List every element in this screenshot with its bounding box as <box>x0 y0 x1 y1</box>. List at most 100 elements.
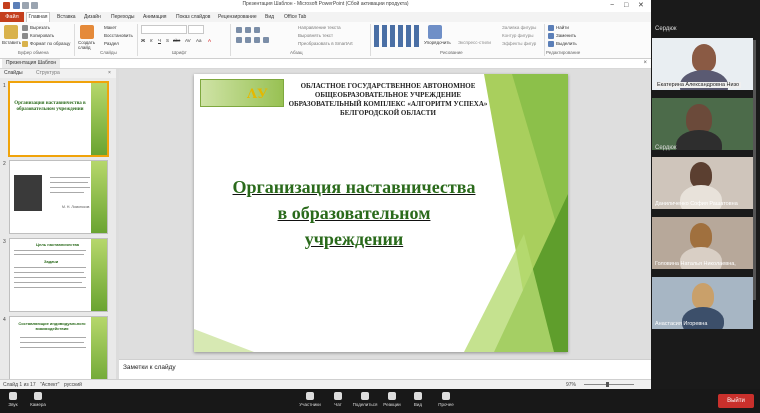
shape-outline-button[interactable]: Контур фигуры <box>502 33 533 38</box>
spacing-button[interactable]: AV <box>185 38 191 43</box>
align-right-icon[interactable] <box>254 37 260 43</box>
format-painter-button[interactable]: Формат по образцу <box>30 41 70 46</box>
cut-icon[interactable] <box>22 25 28 31</box>
tab-structure[interactable]: Структура <box>36 69 60 78</box>
bold-button[interactable]: Ж <box>141 38 145 43</box>
tab-officetab[interactable]: Office Tab <box>284 13 306 21</box>
slide-thumbnail-1[interactable]: Организация наставничества в образовател… <box>10 83 107 155</box>
numbering-icon[interactable] <box>245 27 251 33</box>
smartart-button[interactable]: Преобразовать в SmartArt <box>298 41 353 46</box>
underline-button[interactable]: Ч <box>158 38 161 43</box>
shapes-gallery[interactable] <box>374 25 420 47</box>
font-name-select[interactable] <box>141 25 187 34</box>
case-button[interactable]: Aa <box>196 38 202 43</box>
zoom-slider[interactable] <box>584 384 634 385</box>
ribbon-separator <box>370 24 371 56</box>
tab-view[interactable]: Вид <box>265 13 274 21</box>
arrange-button[interactable]: Упорядочить <box>424 40 451 45</box>
close-button[interactable]: ✕ <box>638 1 644 10</box>
language[interactable]: русский <box>64 381 82 389</box>
participant-name: Анастасия Игоревна <box>655 321 708 327</box>
copy-icon[interactable] <box>22 33 28 39</box>
shape-fill-button[interactable]: Заливка фигуры <box>502 25 536 30</box>
slides-group-label: Слайды <box>100 50 117 55</box>
slide-thumbnail-4[interactable]: Составляющие индивидуального взаимодейст… <box>10 317 107 379</box>
paragraph-group-label: Абзац <box>290 50 303 55</box>
copy-button[interactable]: Копировать <box>30 33 54 38</box>
powerpoint-window: Презентация Шаблон - Microsoft PowerPoin… <box>0 0 651 389</box>
reactions-label: Реакции <box>383 402 401 407</box>
paste-icon[interactable] <box>4 25 18 39</box>
video-button[interactable]: Камера <box>26 389 50 407</box>
view-button[interactable]: Вид <box>408 389 428 407</box>
justify-icon[interactable] <box>263 37 269 43</box>
shape-effects-button[interactable]: Эффекты фигур <box>502 41 536 46</box>
slide-number: 3 <box>3 239 6 245</box>
italic-button[interactable]: К <box>150 38 153 43</box>
cut-button[interactable]: Вырезать <box>30 25 50 30</box>
paste-label[interactable]: Вставить <box>2 40 21 45</box>
audio-button[interactable]: Звук <box>3 389 23 407</box>
tab-slides[interactable]: Слайды <box>4 69 23 78</box>
font-group-label: Шрифт <box>172 50 187 55</box>
minimize-button[interactable]: − <box>610 1 614 10</box>
text-direction-button[interactable]: Направление текста <box>298 25 341 30</box>
thumb-decoration <box>91 83 107 155</box>
format-painter-icon[interactable] <box>22 41 28 47</box>
document-tab[interactable]: Презентация Шаблон <box>2 59 61 68</box>
slide-thumbnail-3[interactable]: Цель наставничества Задачи <box>10 239 107 311</box>
gallery-scrollbar[interactable] <box>753 40 756 300</box>
tab-slideshow[interactable]: Показ слайдов <box>176 13 210 21</box>
zoom-level[interactable]: 97% <box>566 381 576 389</box>
replace-button[interactable]: Заменить <box>556 33 576 38</box>
indent-icon[interactable] <box>254 27 260 33</box>
slide-canvas[interactable]: ΛУ ОБЛАСТНОЕ ГОСУДАРСТВЕННОЕ АВТОНОМНОЕ … <box>194 74 568 352</box>
video-tile-4[interactable]: Головина Наталья Николаевна, <box>652 217 753 269</box>
reactions-button[interactable]: Реакции <box>380 389 404 407</box>
video-tile-1[interactable]: Екатерина Александровна Низо <box>652 38 753 90</box>
font-color-button[interactable]: A <box>208 38 211 43</box>
close-panel-icon[interactable]: × <box>108 69 111 78</box>
video-tile-3[interactable]: Даниличенко София Рашатовна <box>652 157 753 209</box>
slide-title: Организация наставничества в образовател… <box>204 174 504 252</box>
tab-review[interactable]: Рецензирование <box>218 13 257 21</box>
chat-button[interactable]: Чат <box>328 389 348 407</box>
tab-transitions[interactable]: Переходы <box>111 13 134 21</box>
tab-animation[interactable]: Анимация <box>143 13 166 21</box>
bullets-icon[interactable] <box>236 27 242 33</box>
replace-icon[interactable] <box>548 33 554 39</box>
shadow-button[interactable]: S <box>166 38 169 43</box>
strikethrough-button[interactable]: abc <box>173 38 180 43</box>
share-button[interactable]: Поделиться <box>350 389 380 407</box>
find-button[interactable]: Найти <box>556 25 569 30</box>
new-slide-icon[interactable] <box>80 25 94 39</box>
layout-button[interactable]: Макет <box>104 25 117 30</box>
align-center-icon[interactable] <box>245 37 251 43</box>
select-icon[interactable] <box>548 41 554 47</box>
tab-home[interactable]: Главная <box>26 12 50 22</box>
video-tile-5[interactable]: Анастасия Игоревна <box>652 277 753 329</box>
section-button[interactable]: Раздел <box>104 41 119 46</box>
thumb-caption: М. Н. Ломоносов <box>62 205 90 209</box>
find-icon[interactable] <box>548 25 554 31</box>
close-doc-icon[interactable]: × <box>643 59 647 68</box>
participants-button[interactable]: Участники <box>296 389 324 407</box>
select-button[interactable]: Выделить <box>556 41 577 46</box>
zoom-control-bar: Звук Камера Участники Чат Поделиться Реа… <box>0 389 760 413</box>
maximize-button[interactable]: □ <box>624 1 628 10</box>
tab-design[interactable]: Дизайн <box>84 13 101 21</box>
align-left-icon[interactable] <box>236 37 242 43</box>
notes-area[interactable]: Заметки к слайду <box>119 359 651 380</box>
reset-button[interactable]: Восстановить <box>104 33 133 38</box>
font-size-select[interactable] <box>188 25 204 34</box>
align-text-button[interactable]: Выровнять текст <box>298 33 333 38</box>
more-button[interactable]: Прочее <box>434 389 458 407</box>
file-tab[interactable]: Файл <box>0 12 24 22</box>
arrange-icon[interactable] <box>428 25 442 39</box>
slide-thumbnail-2[interactable]: М. Н. Ломоносов <box>10 161 107 233</box>
quick-styles-button[interactable]: Экспресс-стили <box>458 40 491 45</box>
tab-insert[interactable]: Вставка <box>57 13 76 21</box>
new-slide-button[interactable]: Создать слайд <box>78 40 98 50</box>
leave-button[interactable]: Выйти <box>718 394 754 408</box>
zoom-slider-thumb[interactable] <box>606 382 609 387</box>
